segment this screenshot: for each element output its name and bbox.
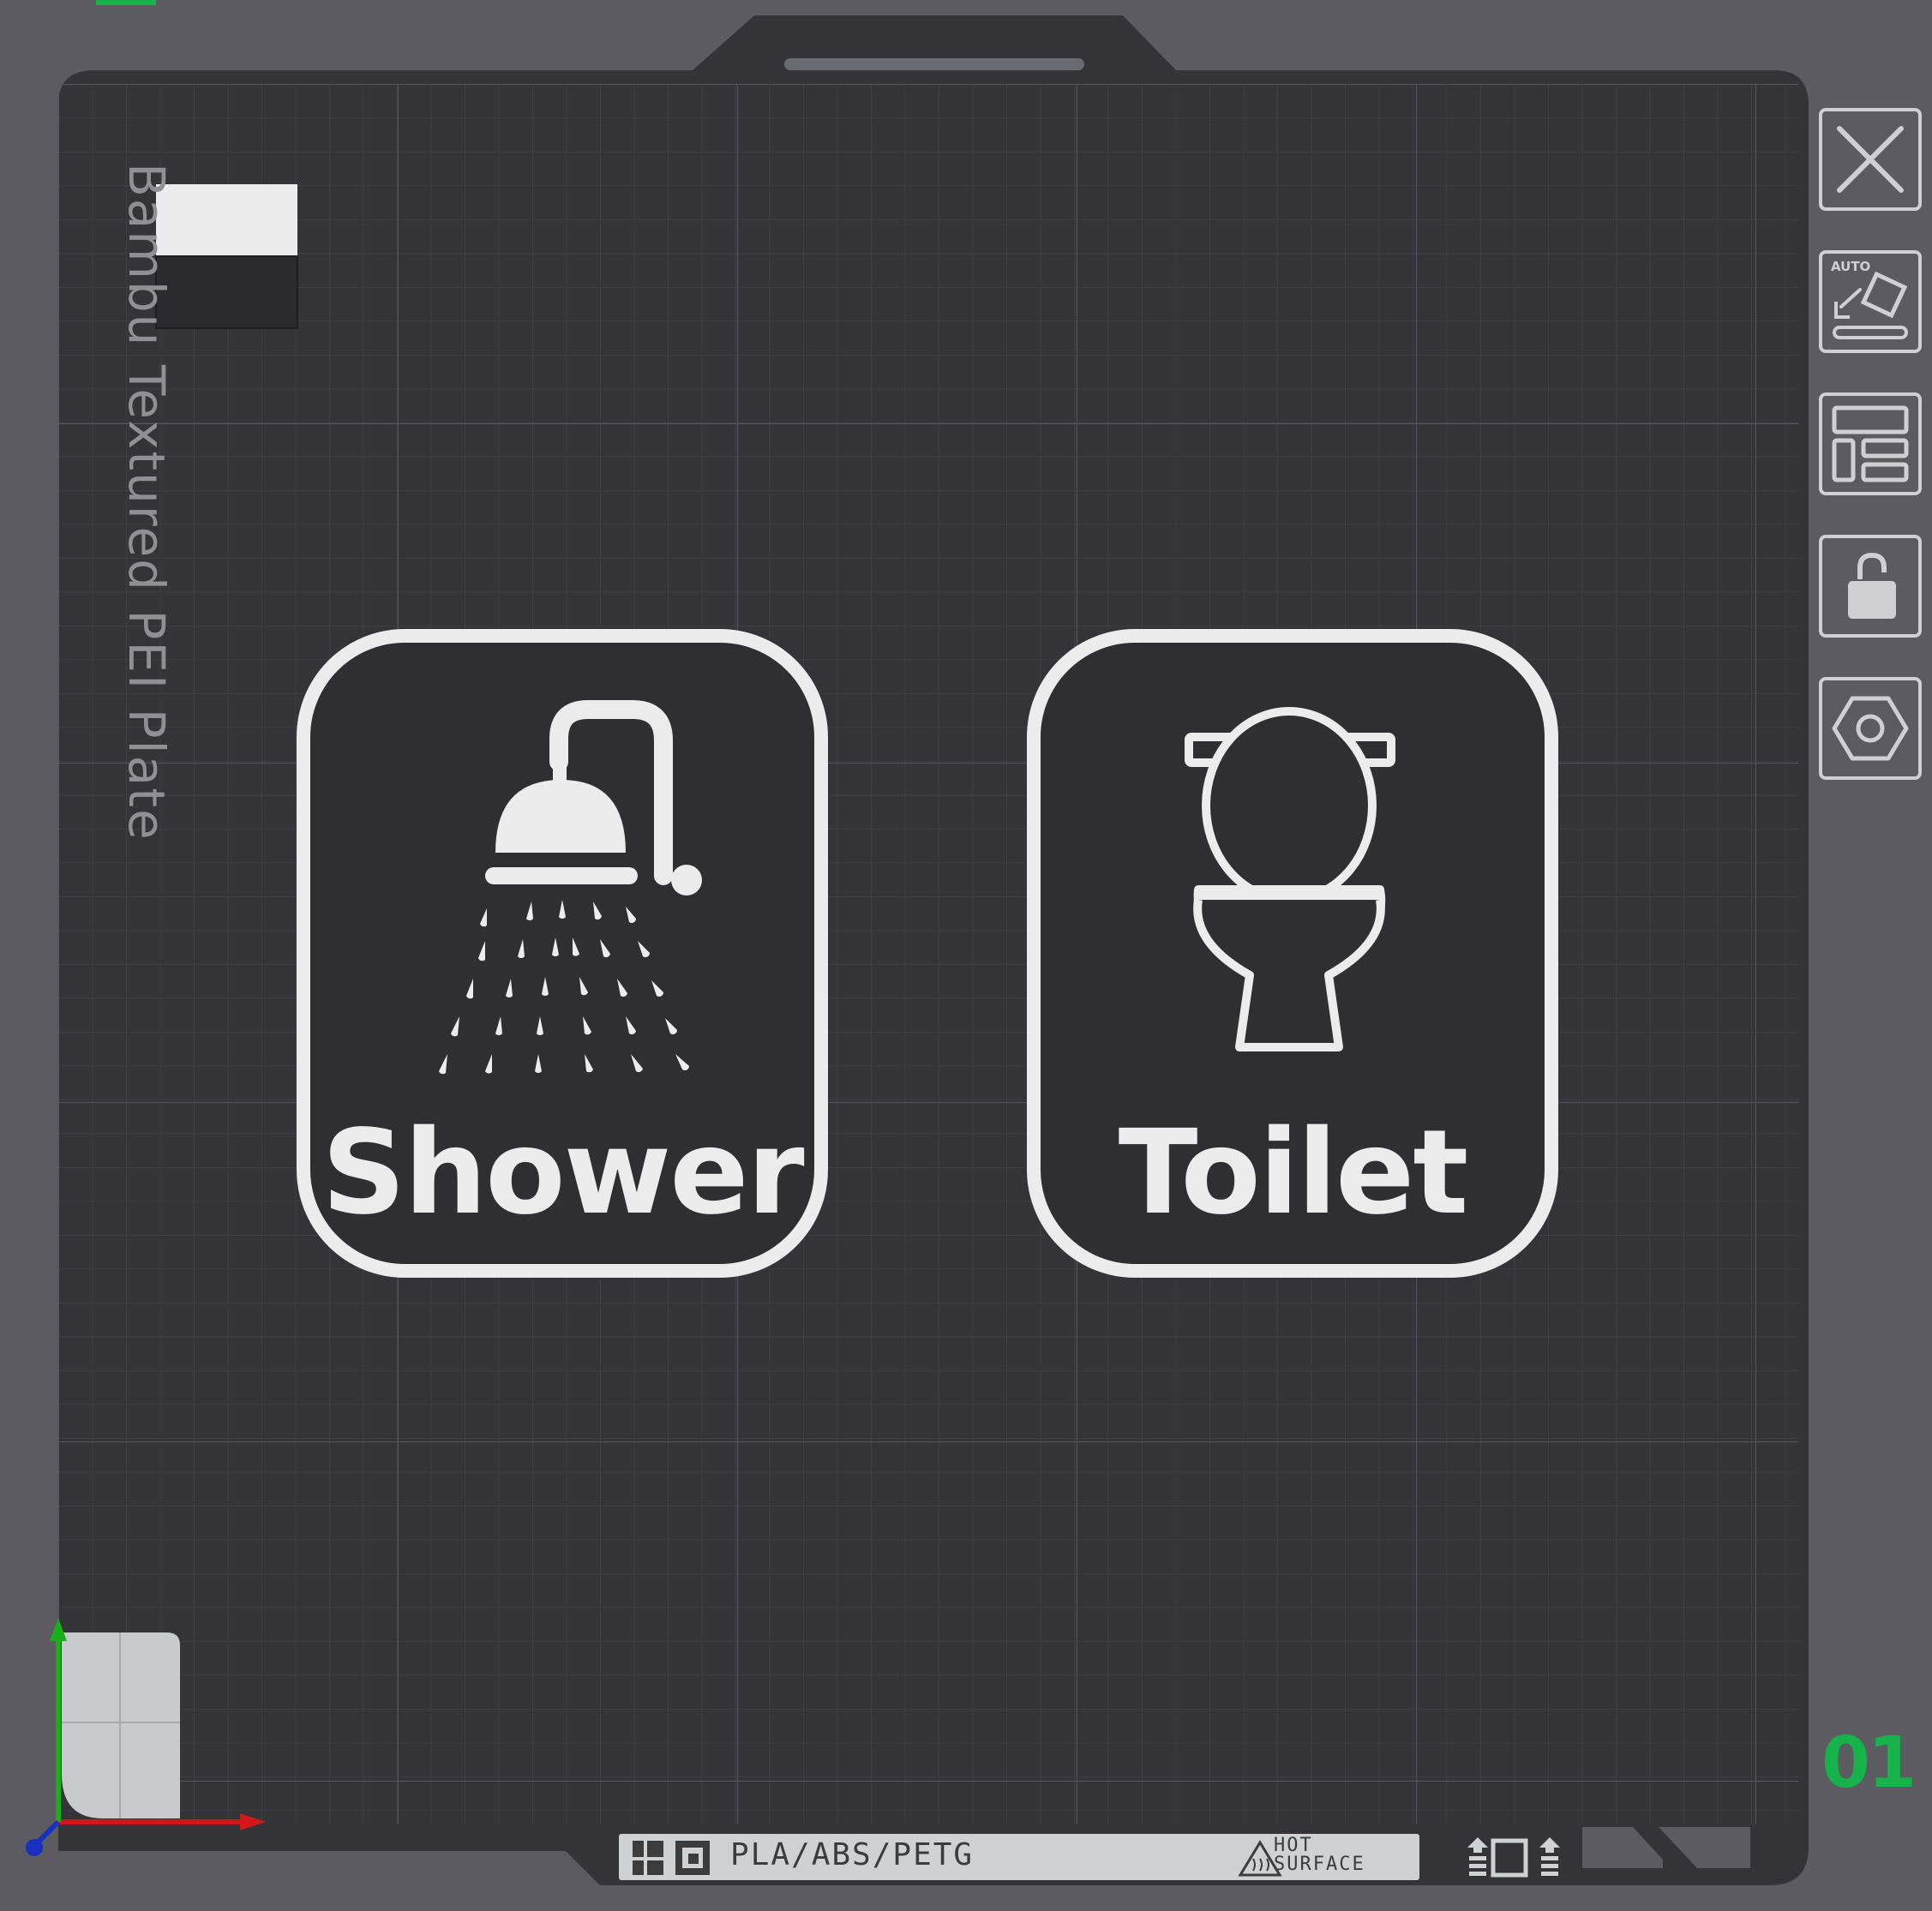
build-plate-viewport[interactable]: Bambu Textured PEI Plate Shower Toilet P… — [0, 0, 1932, 1908]
plate-name-label: Bambu Textured PEI Plate — [117, 163, 176, 842]
arrange-button[interactable] — [1819, 392, 1922, 495]
plate-handle — [784, 58, 1084, 70]
close-icon — [1837, 126, 1904, 193]
plate-settings-button[interactable] — [1819, 677, 1922, 780]
unlock-icon — [1848, 552, 1896, 619]
filament-swatch-white — [156, 184, 297, 256]
sign-label-text: Toilet — [1118, 1105, 1469, 1241]
lock-plate-button[interactable] — [1819, 535, 1922, 638]
plate-number: 01 — [1821, 1722, 1917, 1804]
auto-orient-button[interactable]: AUTO — [1819, 250, 1922, 353]
plate-type-icon — [633, 1841, 663, 1875]
close-plate-button[interactable] — [1819, 108, 1922, 211]
material-compatibility-text: PLA/ABS/PETG — [730, 1837, 975, 1872]
plate-canvas[interactable] — [0, 0, 1932, 1908]
sign-toilet-label: Toilet — [1034, 1105, 1551, 1241]
hot-surface-warning: HOT SURFACE — [1274, 1836, 1365, 1874]
sign-shower-label: Shower — [303, 1105, 821, 1241]
auto-orient-icon — [1833, 271, 1908, 339]
qr-code-icon — [675, 1841, 710, 1875]
hot-surface-line2: SURFACE — [1274, 1854, 1365, 1875]
hot-surface-line1: HOT — [1274, 1835, 1313, 1856]
active-plate-indicator — [96, 0, 156, 5]
hex-settings-icon — [1832, 696, 1909, 761]
filament-swatch-black — [155, 255, 298, 329]
sign-label-text: Shower — [321, 1105, 804, 1241]
arrange-icon — [1832, 405, 1909, 482]
